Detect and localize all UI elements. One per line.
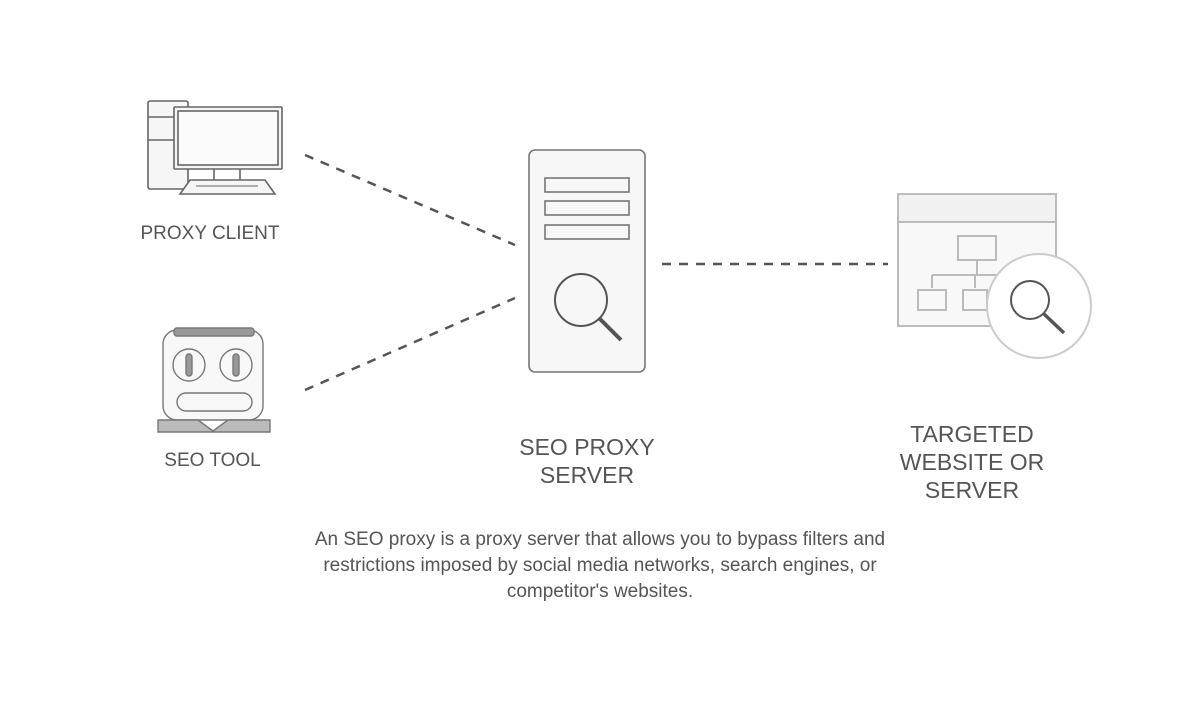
label-line: SEO PROXY	[519, 434, 655, 460]
seo-tool-label: SEO TOOL	[164, 450, 261, 471]
label-line: WEBSITE OR	[899, 449, 1045, 475]
diagram-art	[147, 100, 1092, 433]
label-line: SERVER	[539, 462, 635, 488]
label-line: TARGETED	[910, 421, 1034, 447]
robot-icon	[157, 327, 271, 433]
server-search-icon	[528, 149, 646, 373]
caption-line: An SEO proxy is a proxy server that allo…	[314, 529, 886, 550]
label-line: SERVER	[924, 477, 1020, 503]
caption-line: restrictions imposed by social media net…	[323, 555, 877, 576]
caption: An SEO proxy is a proxy server that allo…	[250, 527, 950, 605]
caption-line: competitor's websites.	[506, 581, 694, 602]
desktop-computer-icon	[147, 100, 283, 195]
connector-tool-server	[304, 296, 516, 392]
targeted-website-label: TARGETED WEBSITE OR SERVER	[872, 420, 1072, 504]
seo-proxy-server-label: SEO PROXY SERVER	[487, 433, 687, 489]
proxy-client-label: PROXY CLIENT	[140, 223, 280, 244]
connector-client-server	[304, 153, 516, 247]
website-sitemap-search-icon	[897, 193, 1092, 359]
